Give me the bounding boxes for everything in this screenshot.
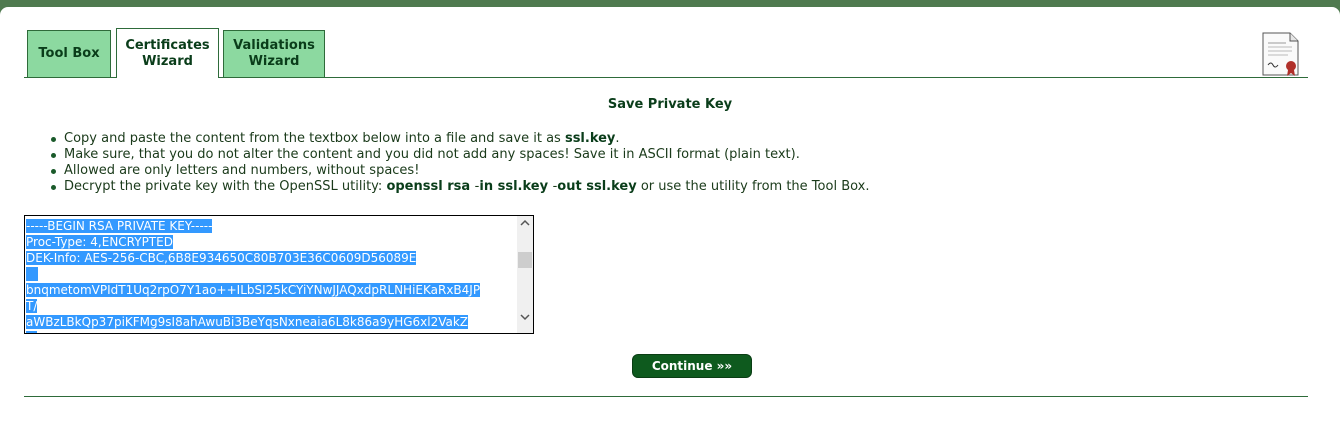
list-item: Allowed are only letters and numbers, wi… xyxy=(51,163,870,179)
private-key-content[interactable]: -----BEGIN RSA PRIVATE KEY----- Proc-Typ… xyxy=(26,218,516,333)
textarea-scrollbar[interactable] xyxy=(517,216,533,333)
key-line: ... xyxy=(26,331,38,333)
filename-text: ssl.key xyxy=(564,131,616,146)
instruction-text: or use the utility from the Tool Box. xyxy=(636,179,870,194)
main-panel: Tool Box Certificates Wizard Validations… xyxy=(0,7,1340,429)
instruction-text: . xyxy=(615,131,620,146)
key-line: -----BEGIN RSA PRIVATE KEY----- xyxy=(26,219,213,233)
chevron-down-icon[interactable] xyxy=(517,310,533,327)
key-line: DEK-Info: AES-256-CBC,6B8E934650C80B703E… xyxy=(26,251,417,265)
key-line: aWBzLBkQp37piKFMg9sI8ahAwuBi3BeYqsNxneai… xyxy=(26,315,469,329)
command-text: out ssl.key xyxy=(557,179,637,194)
list-item: Make sure, that you do not alter the con… xyxy=(51,147,870,163)
instruction-text: Allowed are only letters and numbers, wi… xyxy=(64,163,420,178)
tab-certificates-wizard-label: Certificates Wizard xyxy=(125,37,210,69)
key-line: T/ xyxy=(26,299,38,313)
continue-button[interactable]: Continue »» xyxy=(632,354,752,378)
instruction-text: Make sure, that you do not alter the con… xyxy=(64,147,800,162)
chevron-up-icon[interactable] xyxy=(517,216,533,233)
list-item: Copy and paste the content from the text… xyxy=(51,131,870,147)
page-title: Save Private Key xyxy=(607,97,733,112)
certificate-icon xyxy=(1262,32,1299,76)
instruction-text: Copy and paste the content from the text… xyxy=(64,131,565,146)
command-text: in ssl.key xyxy=(479,179,553,194)
key-line: Proc-Type: 4,ENCRYPTED xyxy=(26,235,173,249)
tab-validations-wizard[interactable]: Validations Wizard xyxy=(223,30,325,77)
tab-tool-box-label: Tool Box xyxy=(38,46,100,61)
scrollbar-thumb[interactable] xyxy=(518,252,532,268)
divider xyxy=(24,396,1308,397)
instructions-list: Copy and paste the content from the text… xyxy=(51,131,870,195)
command-text: openssl rsa xyxy=(386,179,475,194)
tab-certificates-wizard[interactable]: Certificates Wizard xyxy=(116,28,219,78)
tab-tool-box[interactable]: Tool Box xyxy=(27,30,111,77)
private-key-textarea[interactable]: -----BEGIN RSA PRIVATE KEY----- Proc-Typ… xyxy=(24,215,534,334)
instruction-text: Decrypt the private key with the OpenSSL… xyxy=(64,179,387,194)
tab-validations-wizard-label: Validations Wizard xyxy=(233,38,315,69)
key-line: bnqmetomVPIdT1Uq2rpO7Y1ao++ILbSI25kCYiYN… xyxy=(26,283,481,297)
list-item: Decrypt the private key with the OpenSSL… xyxy=(51,179,870,195)
key-line xyxy=(26,267,38,281)
